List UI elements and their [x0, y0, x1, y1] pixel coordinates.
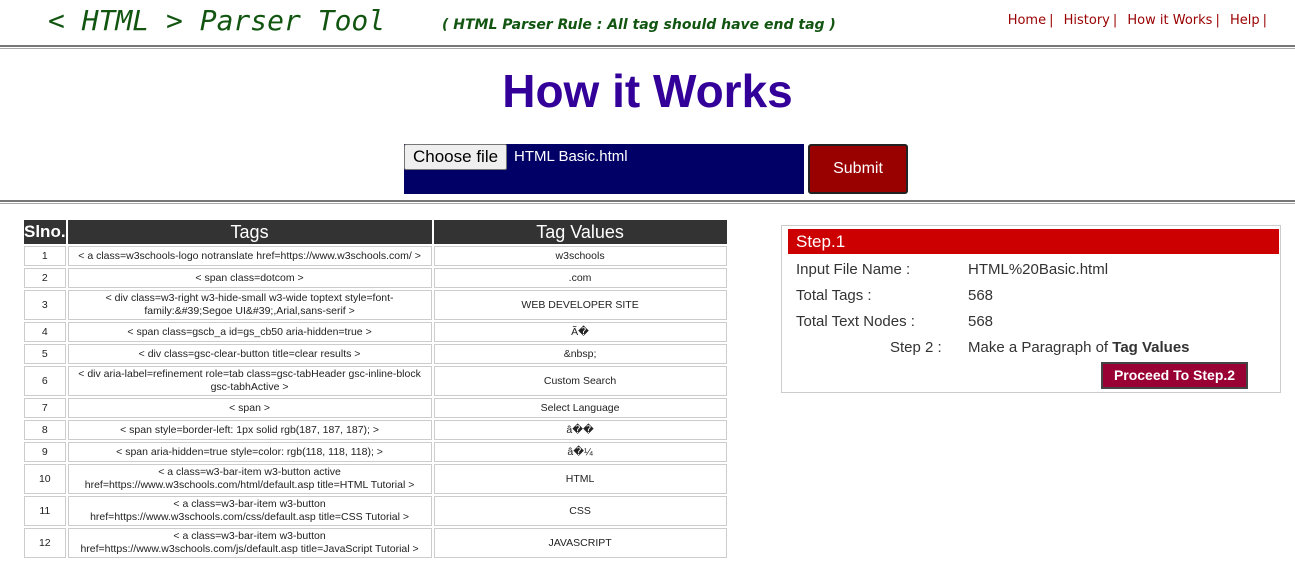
table-row: 11 < a class=w3-bar-item w3-button href=h… — [24, 496, 727, 526]
row-tag: < div class=w3-right w3-hide-small w3-wi… — [67, 290, 432, 320]
row-slno: 4 — [24, 322, 66, 342]
row-tag-value: â�¼ — [433, 442, 727, 462]
table-row: 8 < span style=border-left: 1px solid rgb… — [24, 420, 727, 440]
row-tag: < span style=border-left: 1px solid rgb(… — [67, 420, 432, 440]
table-row: 1 < a class=w3schools-logo notranslate hr… — [24, 246, 727, 266]
row-tag: < a class=w3-bar-item w3-button active h… — [67, 464, 432, 494]
nav-how-it-works-link[interactable]: How it Works — [1127, 13, 1212, 28]
step2-label: Step 2 : — [890, 339, 942, 356]
page-title: How it Works — [502, 65, 793, 117]
total-tags-value: 568 — [968, 287, 994, 304]
header: < HTML > Parser Tool ( HTML Parser Rule … — [0, 0, 1295, 46]
total-text-nodes-label: Total Text Nodes : — [796, 313, 915, 330]
row-slno: 5 — [24, 344, 66, 364]
row-slno: 2 — [24, 268, 66, 288]
table-row: 10 < a class=w3-bar-item w3-button active… — [24, 464, 727, 494]
row-slno: 3 — [24, 290, 66, 320]
step2-description: Make a Paragraph of Tag Values — [968, 339, 1190, 356]
row-slno: 11 — [24, 496, 66, 526]
row-tag-value: CSS — [433, 496, 727, 526]
column-header-tag-values: Tag Values — [433, 220, 727, 244]
row-tag-value: &nbsp; — [433, 344, 727, 364]
column-header-slno: Slno. — [24, 220, 66, 244]
total-text-nodes-value: 568 — [968, 313, 994, 330]
row-tag-value: Custom Search — [433, 366, 727, 396]
choose-file-button[interactable]: Choose file — [404, 144, 508, 170]
nav-separator: | — [1049, 13, 1054, 28]
step-heading: Step.1 — [788, 229, 1279, 254]
proceed-step2-button[interactable]: Proceed To Step.2 — [1101, 362, 1248, 389]
total-tags-label: Total Tags : — [796, 287, 872, 304]
tags-table: Slno. Tags Tag Values 1 < a class=w3schoo… — [22, 218, 729, 560]
row-slno: 8 — [24, 420, 66, 440]
parser-rule-note: ( HTML Parser Rule : All tag should have… — [442, 17, 836, 33]
nav-separator: | — [1262, 13, 1267, 28]
top-nav: Home | History | How it Works | Help | — [1002, 13, 1267, 28]
row-slno: 10 — [24, 464, 66, 494]
row-tag: < span class=dotcom > — [67, 268, 432, 288]
input-file-value: HTML%20Basic.html — [968, 261, 1109, 278]
row-tag: < div aria-label=refinement role=tab cla… — [67, 366, 432, 396]
table-row: 9 < span aria-hidden=true style=color: rg… — [24, 442, 727, 462]
row-tag-value: JAVASCRIPT — [433, 528, 727, 558]
row-slno: 7 — [24, 398, 66, 418]
row-tag: < a class=w3-bar-item w3-button href=htt… — [67, 528, 432, 558]
header-divider — [0, 45, 1295, 49]
nav-help-link[interactable]: Help — [1230, 13, 1260, 28]
row-tag: < span class=gscb_a id=gs_cb50 aria-hidd… — [67, 322, 432, 342]
nav-history-link[interactable]: History — [1064, 13, 1110, 28]
row-tag: < div class=gsc-clear-button title=clear… — [67, 344, 432, 364]
table-row: 3 < div class=w3-right w3-hide-small w3-w… — [24, 290, 727, 320]
row-tag-value: HTML — [433, 464, 727, 494]
table-row: 4 < span class=gscb_a id=gs_cb50 aria-hid… — [24, 322, 727, 342]
nav-separator: | — [1112, 13, 1118, 28]
row-slno: 1 — [24, 246, 66, 266]
step2-bold-text: Tag Values — [1112, 339, 1190, 356]
row-tag-value: Ã� — [433, 322, 727, 342]
row-slno: 12 — [24, 528, 66, 558]
table-row: 2 < span class=dotcom > .com — [24, 268, 727, 288]
row-slno: 9 — [24, 442, 66, 462]
row-tag-value: WEB DEVELOPER SITE — [433, 290, 727, 320]
table-header-row: Slno. Tags Tag Values — [24, 220, 727, 244]
row-tag-value: w3schools — [433, 246, 727, 266]
form-divider — [0, 200, 1295, 204]
site-logo[interactable]: < HTML > Parser Tool — [48, 4, 385, 37]
nav-separator: | — [1215, 13, 1220, 28]
step2-text: Make a Paragraph of — [968, 339, 1113, 356]
table-row: 5 < div class=gsc-clear-button title=clea… — [24, 344, 727, 364]
table-row: 7 < span > Select Language — [24, 398, 727, 418]
table-row: 12 < a class=w3-bar-item w3-button href=h… — [24, 528, 727, 558]
column-header-tags: Tags — [67, 220, 432, 244]
file-input[interactable]: Choose file HTML Basic.html — [404, 144, 804, 194]
input-file-label: Input File Name : — [796, 261, 911, 278]
selected-file-name: HTML Basic.html — [514, 148, 628, 165]
row-tag: < span aria-hidden=true style=color: rgb… — [67, 442, 432, 462]
submit-button[interactable]: Submit — [808, 144, 908, 194]
row-tag-value: .com — [433, 268, 727, 288]
table-row: 6 < div aria-label=refinement role=tab cl… — [24, 366, 727, 396]
row-tag: < a class=w3-bar-item w3-button href=htt… — [67, 496, 432, 526]
nav-home-link[interactable]: Home — [1008, 13, 1046, 28]
row-tag: < span > — [67, 398, 432, 418]
row-tag-value: Select Language — [433, 398, 727, 418]
step-panel: Step.1 Input File Name : HTML%20Basic.ht… — [781, 225, 1281, 393]
row-tag-value: â�� — [433, 420, 727, 440]
row-slno: 6 — [24, 366, 66, 396]
row-tag: < a class=w3schools-logo notranslate hre… — [67, 246, 432, 266]
